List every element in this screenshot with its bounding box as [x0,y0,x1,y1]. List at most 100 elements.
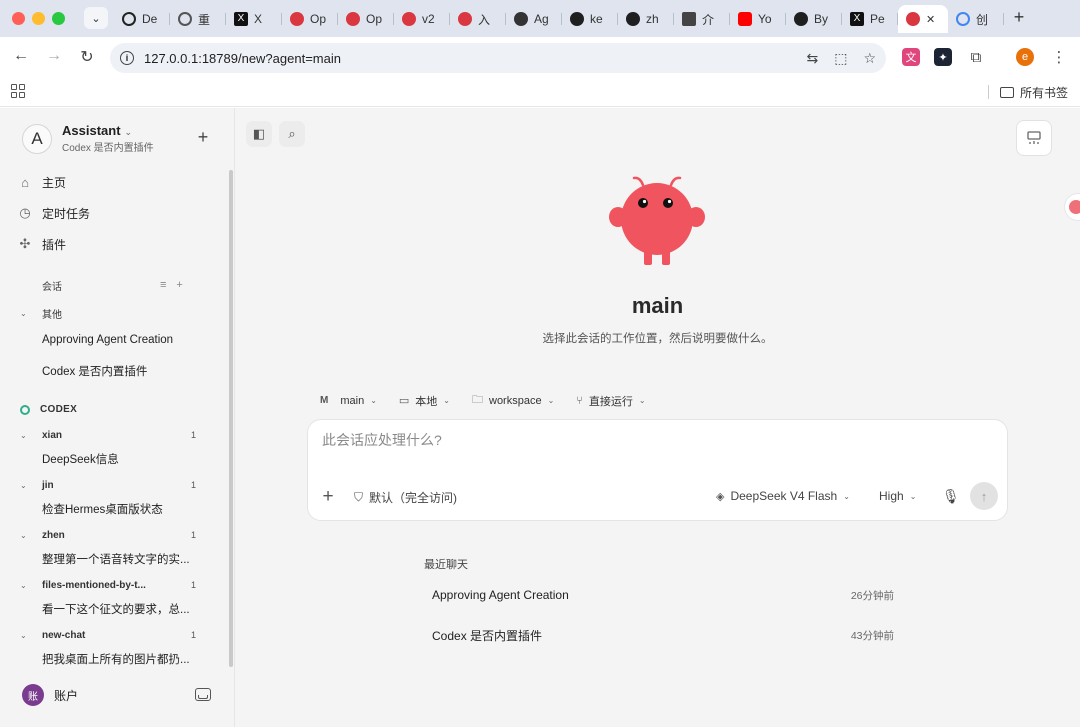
url-text[interactable]: 127.0.0.1:18789/new?agent=main [144,51,341,66]
home-icon: ⌂ [21,174,29,190]
crab-icon [290,12,304,26]
sidebar-item-home[interactable]: ⌂ 主页 [18,171,66,193]
send-button[interactable]: ↑ [970,482,998,510]
translate-extension-icon[interactable]: 文 [902,48,920,66]
folder-icon: 🗀 [472,394,483,406]
youtube-icon [738,12,752,26]
agent-icon [514,12,528,26]
run-mode-selector[interactable]: ⑂ 直接运行 ⌄ [576,391,645,410]
close-window-button[interactable] [12,12,25,25]
group-zhen[interactable]: ⌄ zhen 1 [20,526,196,544]
chevron-down-icon: ⌄ [20,430,27,440]
microphone-icon[interactable]: 🎙 [942,488,960,505]
group-other[interactable]: ⌄ 其他 [20,304,196,322]
browser-tab[interactable]: By [786,5,842,33]
conversation-item[interactable]: DeepSeek信息 [42,451,119,467]
account-button[interactable]: 账 账户 [22,684,78,706]
bookmark-star-icon[interactable]: ☆ [863,50,876,67]
recent-chat-item[interactable]: Codex 是否内置插件 43分钟前 [424,620,894,650]
browser-tab[interactable]: 入 [450,5,506,33]
x-icon: X [234,12,248,26]
count-badge: 1 [190,430,196,440]
conversation-item[interactable]: Codex 是否内置插件 [42,363,147,379]
browser-tab-active[interactable]: ✕ [898,5,948,33]
maximize-window-button[interactable] [52,12,65,25]
crab-icon [402,12,416,26]
crab-icon [346,12,360,26]
forward-icon[interactable]: → [44,47,64,65]
folder-selector[interactable]: 🗀 workspace ⌄ [472,391,554,410]
workspace-avatar[interactable]: A [22,124,52,154]
browser-tab[interactable]: ke [562,5,618,33]
conversation-item[interactable]: Approving Agent Creation [42,334,173,346]
location-selector[interactable]: ▭ 本地 ⌄ [399,391,450,410]
extension-icon[interactable]: ✦ [934,48,952,66]
minimize-window-button[interactable] [32,12,45,25]
side-panel-tab[interactable] [1064,193,1080,221]
browser-tab[interactable]: 创 [948,5,1004,33]
site-info-icon[interactable]: i [120,51,134,65]
filter-icon[interactable]: ≡ [160,279,166,291]
prompt-input[interactable] [322,432,992,448]
browser-tab[interactable]: 介 [674,5,730,33]
back-icon[interactable]: ← [11,47,31,65]
install-app-icon[interactable]: ⬚ [834,50,847,67]
agent-selector[interactable]: M main ⌄ [320,391,377,410]
avatar: 账 [22,684,44,706]
workspace-switcher[interactable]: Assistant ⌄ [62,123,132,138]
deepseek-icon: ◈ [716,490,725,503]
main-panel: ◧ ⌕ main 选择此会话的工作位置，然后说明要做什么。 M main ⌄ ▭… [235,108,1080,727]
sidebar-item-plugins[interactable]: ✣ 插件 [18,233,66,255]
chevron-down-icon: ⌄ [20,480,27,490]
toggle-sidebar-button[interactable]: ◧ [246,121,272,147]
search-button[interactable]: ⌕ [279,121,305,147]
browser-tab[interactable]: Yo [730,5,786,33]
reload-icon[interactable]: ↻ [77,47,97,67]
translate-icon[interactable]: ⇆ [806,50,818,67]
new-session-button[interactable]: + [195,127,211,148]
all-bookmarks-folder[interactable]: 所有书签 [999,84,1068,101]
puzzle-extensions-icon[interactable]: ⧉ [967,48,985,66]
more-menu-icon[interactable]: ⋮ [1050,48,1068,66]
codex-icon [20,404,30,415]
browser-tab[interactable]: 重 [170,5,226,33]
apps-grid-icon[interactable] [11,84,25,98]
address-bar[interactable]: i 127.0.0.1:18789/new?agent=main ⇆ ⬚ ☆ [110,43,886,73]
inbox-icon[interactable] [195,688,211,701]
new-tab-button[interactable]: + [1010,7,1028,28]
browser-tab[interactable]: zh [618,5,674,33]
conversation-item[interactable]: 看一下这个征文的要求，总... [42,601,190,617]
browser-tab[interactable]: Op [338,5,394,33]
folder-icon [999,87,1014,98]
recent-chat-item[interactable]: Approving Agent Creation 26分钟前 [424,580,894,610]
calendar-icon: ◷ [19,205,31,220]
conversation-item[interactable]: 把我桌面上所有的图片都扔... [42,651,190,667]
conversation-item[interactable]: 检查Hermes桌面版状态 [42,501,163,517]
tab-search-button[interactable]: ⌄ [84,7,108,29]
conversation-item[interactable]: 整理第一个语音转文字的实... [42,551,190,567]
browser-tab[interactable]: v2 [394,5,450,33]
model-selector[interactable]: ◈ DeepSeek V4 Flash ⌄ [716,489,850,503]
group-xian[interactable]: ⌄ xian 1 [20,426,196,444]
browser-tab[interactable]: X Pe [842,5,898,33]
effort-selector[interactable]: High ⌄ [879,489,916,503]
codex-section: CODEX [20,404,77,415]
mascot-illustration [609,176,705,265]
group-files-mentioned[interactable]: ⌄ files-mentioned-by-t... 1 [20,576,196,594]
add-session-icon[interactable]: + [176,279,182,291]
browser-tab[interactable]: Op [282,5,338,33]
close-tab-icon[interactable]: ✕ [926,13,935,26]
attach-button[interactable]: + [320,486,336,508]
browser-tab[interactable]: Ag [506,5,562,33]
permission-selector[interactable]: ⛉ 默认（完全访问) [354,489,457,506]
report-button[interactable] [1016,120,1052,156]
profile-avatar[interactable]: e [1016,48,1034,66]
sidebar-scrollbar[interactable] [229,170,233,667]
browser-tab[interactable]: De [114,5,170,33]
browser-tab[interactable]: XX [226,5,282,33]
group-new-chat[interactable]: ⌄ new-chat 1 [20,626,196,644]
sidebar-item-scheduled[interactable]: ◷ 定时任务 [18,202,90,224]
chevron-down-icon: ⌄ [909,491,917,501]
report-icon [1027,131,1041,144]
group-jin[interactable]: ⌄ jin 1 [20,476,196,494]
